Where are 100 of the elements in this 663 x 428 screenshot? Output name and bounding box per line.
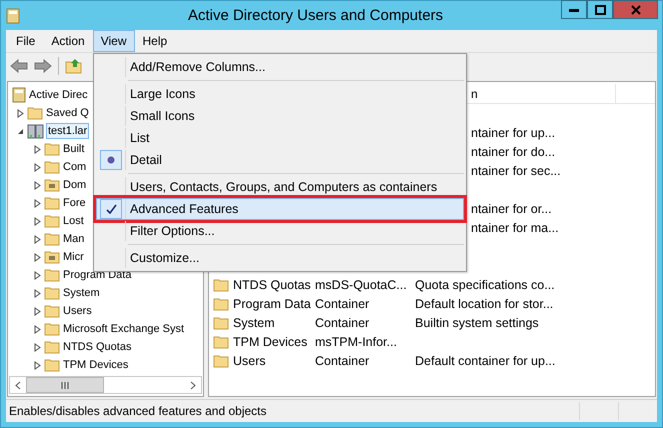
expand-arrow-icon[interactable]	[33, 360, 42, 370]
menu-option[interactable]: Large Icons	[96, 83, 464, 105]
expand-arrow-icon[interactable]	[33, 180, 42, 190]
menu-item[interactable]: Help	[134, 30, 176, 52]
menu-item[interactable]: Action	[43, 30, 93, 52]
expand-arrow-icon[interactable]	[33, 288, 42, 298]
close-button[interactable]	[613, 0, 658, 19]
description-cell: ntainer for sec...	[471, 164, 561, 178]
name-cell[interactable]: Program Data	[233, 296, 311, 310]
expand-arrow-icon[interactable]	[33, 144, 42, 154]
folder-icon	[44, 358, 60, 372]
description-cell: ntainer for or...	[471, 202, 552, 216]
folder-icon	[44, 196, 60, 210]
maximize-button[interactable]	[587, 0, 613, 19]
folder-icon	[213, 278, 229, 292]
expand-arrow-icon[interactable]	[33, 198, 42, 208]
scroll-right-icon[interactable]	[190, 380, 196, 390]
description-cell: ntainer for do...	[471, 144, 556, 158]
folder-icon	[213, 316, 229, 330]
expand-arrow-icon[interactable]	[16, 108, 25, 118]
description-cell: ntainer for ma...	[471, 220, 559, 234]
back-arrow-icon[interactable]	[10, 59, 28, 73]
expand-arrow-icon[interactable]	[33, 234, 42, 244]
app-icon	[6, 8, 20, 24]
folder-icon	[44, 340, 60, 354]
folder-icon	[44, 268, 60, 282]
type-cell: Container	[315, 296, 370, 310]
folder-icon	[44, 322, 60, 336]
tree-item[interactable]: Users	[62, 304, 93, 318]
type-cell: Container	[315, 354, 370, 368]
tree-item[interactable]: Com	[62, 160, 88, 174]
folder-icon	[27, 106, 43, 120]
menu-option[interactable]: Add/Remove Columns...	[96, 56, 464, 78]
folder-icon	[44, 142, 60, 156]
checkmark-icon	[106, 204, 116, 214]
menu-option[interactable]: Advanced Features	[96, 198, 464, 220]
expand-arrow-icon[interactable]	[33, 342, 42, 352]
grip-icon	[61, 382, 69, 388]
folder-icon	[44, 214, 60, 228]
name-cell[interactable]: System	[233, 316, 275, 330]
type-cell: Container	[315, 316, 370, 330]
column-header[interactable]: n	[471, 86, 478, 100]
radio-dot-icon	[107, 156, 115, 164]
name-cell[interactable]: Users	[233, 354, 266, 368]
tree-root[interactable]: Active Direc	[28, 88, 89, 102]
horizontal-scrollbar[interactable]	[9, 376, 202, 394]
expand-arrow-icon[interactable]	[33, 162, 42, 172]
description-cell: Quota specifications co...	[415, 278, 555, 292]
menu-option[interactable]: Filter Options...	[96, 220, 464, 242]
tree-item[interactable]: TPM Devices	[62, 358, 130, 372]
expand-arrow-icon[interactable]	[33, 252, 42, 262]
menu-option[interactable]: List	[96, 127, 464, 149]
close-icon	[630, 4, 640, 14]
menu-option[interactable]: Customize...	[96, 247, 464, 269]
folder-up-icon[interactable]	[65, 58, 83, 74]
description-cell: Default container for up...	[415, 354, 556, 368]
expand-arrow-icon[interactable]	[33, 216, 42, 226]
menu-item[interactable]: View	[92, 30, 134, 52]
tree-item[interactable]: NTDS Quotas	[62, 340, 132, 354]
menu-option[interactable]: Small Icons	[96, 105, 464, 127]
tree-item[interactable]: Microsoft Exchange Syst	[62, 322, 186, 336]
tree-item[interactable]: Man	[62, 232, 86, 246]
tree-item[interactable]: Built	[62, 142, 86, 156]
tree-item[interactable]: Lost	[62, 214, 85, 228]
scroll-left-icon[interactable]	[15, 380, 21, 390]
tree-item[interactable]: Fore	[62, 196, 87, 210]
tree-item[interactable]: Micr	[62, 250, 85, 264]
type-cell: msDS-QuotaC...	[315, 278, 407, 292]
special-folder-icon	[44, 178, 60, 192]
expand-arrow-icon[interactable]	[33, 324, 42, 334]
type-cell: msTPM-Infor...	[315, 334, 397, 348]
console-icon	[12, 87, 26, 103]
name-cell[interactable]: TPM Devices	[233, 334, 308, 348]
tree-item[interactable]: System	[62, 286, 101, 300]
maximize-icon	[594, 4, 606, 14]
folder-icon	[213, 296, 229, 310]
status-text: Enables/disables advanced features and objects	[8, 404, 268, 418]
tree-item[interactable]: Dom	[62, 178, 88, 192]
description-cell: ntainer for up...	[471, 126, 556, 140]
expand-arrow-icon[interactable]	[33, 270, 42, 280]
window-title: Active Directory Users and Computers	[186, 7, 444, 24]
domain-icon	[27, 123, 45, 139]
folder-icon	[44, 232, 60, 246]
folder-icon	[44, 160, 60, 174]
folder-icon	[213, 334, 229, 348]
expand-arrow-icon[interactable]	[33, 306, 42, 316]
menu-item[interactable]: File	[8, 30, 44, 52]
tree-item[interactable]: test1.lar	[47, 124, 88, 138]
collapse-arrow-icon[interactable]	[16, 126, 25, 136]
folder-icon	[213, 354, 229, 368]
minimize-icon	[569, 8, 579, 12]
folder-icon	[44, 286, 60, 300]
description-cell: Builtin system settings	[415, 316, 539, 330]
name-cell[interactable]: NTDS Quotas	[233, 278, 311, 292]
menu-option[interactable]: Detail	[96, 149, 464, 171]
minimize-button[interactable]	[561, 0, 587, 19]
description-cell: Default location for stor...	[415, 296, 554, 310]
tree-item[interactable]: Saved Q	[45, 106, 90, 120]
special-folder-icon	[44, 250, 60, 264]
forward-arrow-icon[interactable]	[34, 59, 52, 73]
